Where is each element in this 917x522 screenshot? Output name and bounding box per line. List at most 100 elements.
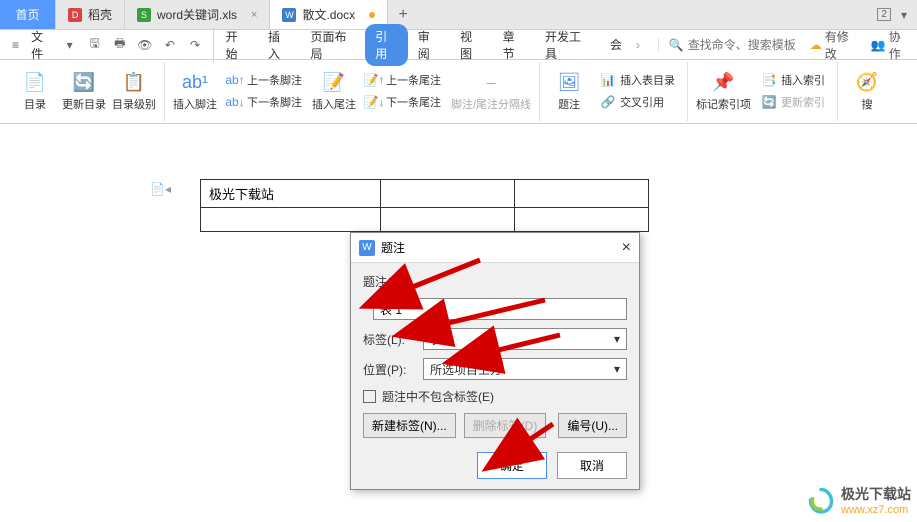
menu-tabs: 开始 插入 页面布局 引用 审阅 视图 章节 开发工具 会 › [216,24,644,66]
table-row[interactable] [201,208,649,232]
watermark-url: www.xz7.com [841,504,911,516]
endnote-icon: 📝 [322,70,346,94]
mark-label: 标记索引项 [696,96,751,112]
watermark-logo-icon [807,486,835,514]
menu-tab-reference[interactable]: 引用 [365,24,407,66]
ok-button[interactable]: 确定 [477,452,547,479]
table-cell[interactable] [201,208,381,232]
toc-level-button[interactable]: 📋 目录级别 [112,62,156,120]
modified-dot-icon [369,12,375,18]
label-field-label: 标签(L): [363,331,417,348]
position-select[interactable]: 所选项目上方 [423,358,627,380]
delete-label-button[interactable]: 删除标签(D) [464,413,547,438]
tab-daoke[interactable]: D 稻壳 [56,0,125,29]
update-toc-button[interactable]: 🔄 更新目录 [62,62,106,120]
unsaved-indicator[interactable]: ☁ 有修改 [810,28,859,62]
close-icon[interactable]: × [251,9,257,21]
chevron-right-icon[interactable]: › [632,38,644,52]
menu-tab-view[interactable]: 视图 [450,24,492,66]
table-row[interactable]: 极光下载站 [201,180,649,208]
exclude-checkbox[interactable] [363,390,376,403]
table-cell[interactable] [515,208,649,232]
menu-tab-dev[interactable]: 开发工具 [535,24,600,66]
table-cell[interactable]: 极光下载站 [201,180,381,208]
prev-icon: 📝↑ [366,72,382,88]
redo-icon[interactable]: ↷ [186,35,205,55]
menu-bar: ≡ 文件 ▾ 🖫 🖶 👁 ↶ ↷ 开始 插入 页面布局 引用 审阅 视图 章节 … [0,30,917,60]
caption-dialog: W 题注 × 题注(C): 标签(L): 表 位置(P): 所选项目上方 题注中… [350,232,640,490]
file-menu[interactable]: 文件 [31,28,54,62]
insert-endnote-button[interactable]: 📝 插入尾注 [312,62,356,120]
menu-tab-insert[interactable]: 插入 [258,24,300,66]
next-icon: ab↓ [227,94,243,110]
footnote-label: 插入脚注 [173,96,217,112]
xls-icon: S [137,8,151,22]
update-label: 更新目录 [62,96,106,112]
separator-button[interactable]: ⎯ 脚注/尾注分隔线 [451,62,531,120]
separator-icon: ⎯ [479,70,503,94]
prev-endnote-button[interactable]: 📝↑上一条尾注 [362,70,445,90]
toc-label: 目录 [24,96,46,112]
menu-tab-layout[interactable]: 页面布局 [300,24,365,66]
caption-icon: 🖼 [557,70,581,94]
insert-figtable-button[interactable]: 📊插入表目录 [596,70,679,90]
endnote-label: 插入尾注 [312,96,356,112]
caption-input[interactable] [373,298,627,320]
tab-home[interactable]: 首页 [0,0,56,29]
table-cell[interactable] [381,208,515,232]
table-cell[interactable] [515,180,649,208]
ribbon-group-search: 🧭 搜 [838,62,896,121]
docx-icon: W [282,8,296,22]
position-field-label: 位置(P): [363,361,417,378]
badge-number[interactable]: 2 [877,8,891,21]
toc-button[interactable]: 📄 目录 [14,62,56,120]
chevron-down-icon[interactable]: ▾ [60,35,79,55]
collab-button[interactable]: 👥 协作 [871,28,911,62]
menu-search: 🔍 [658,38,808,52]
tab-label: 散文.docx [302,6,355,23]
crossref-button[interactable]: 🔗交叉引用 [596,92,679,112]
caption-button[interactable]: 🖼 题注 [548,62,590,120]
prev-icon: ab↑ [227,72,243,88]
dialog-app-icon: W [359,240,375,256]
table-cell[interactable] [381,180,515,208]
tab-label: word关键词.xls [157,6,237,23]
exclude-label: 题注中不包含标签(E) [382,388,494,405]
hamburger-icon[interactable]: ≡ [6,35,25,55]
cancel-button[interactable]: 取消 [557,452,627,479]
collab-icon: 👥 [871,38,886,52]
level-icon: 📋 [122,70,146,94]
undo-icon[interactable]: ↶ [160,35,179,55]
document-table[interactable]: 极光下载站 [200,179,649,232]
next-endnote-button[interactable]: 📝↓下一条尾注 [362,92,445,112]
print-icon[interactable]: 🖶 [110,35,129,55]
dialog-body: 题注(C): 标签(L): 表 位置(P): 所选项目上方 题注中不包含标签(E… [351,263,639,489]
mark-icon: 📌 [712,70,736,94]
next-icon: 📝↓ [366,94,382,110]
update-index-button[interactable]: 🔄更新索引 [757,92,829,112]
watermark-name: 极光下载站 [841,484,911,504]
search-ribbon-button[interactable]: 🧭 搜 [846,62,888,120]
menu-tab-more[interactable]: 会 [600,32,632,57]
menu-tab-start[interactable]: 开始 [216,24,258,66]
search-icon: 🔍 [669,38,684,52]
label-select[interactable]: 表 [423,328,627,350]
mark-entry-button[interactable]: 📌 标记索引项 [696,62,751,120]
dialog-titlebar[interactable]: W 题注 × [351,233,639,263]
save-icon[interactable]: 🖫 [85,35,104,55]
prev-footnote-button[interactable]: ab↑上一条脚注 [223,70,306,90]
preview-icon[interactable]: 👁 [135,35,154,55]
search-input[interactable] [688,38,808,52]
footnote-icon: ab¹ [183,70,207,94]
numbering-button[interactable]: 编号(U)... [558,413,627,438]
insert-footnote-button[interactable]: ab¹ 插入脚注 [173,62,217,120]
close-icon[interactable]: × [622,239,631,257]
search-ribbon-label: 搜 [862,96,873,112]
menu-tab-review[interactable]: 审阅 [408,24,450,66]
insert-index-button[interactable]: 📑插入索引 [757,70,829,90]
menu-tab-section[interactable]: 章节 [493,24,535,66]
next-footnote-button[interactable]: ab↓下一条脚注 [223,92,306,112]
ribbon-group-toc: 📄 目录 🔄 更新目录 📋 目录级别 [6,62,165,121]
app-menu-icon[interactable]: ▾ [901,8,907,22]
new-label-button[interactable]: 新建标签(N)... [363,413,456,438]
